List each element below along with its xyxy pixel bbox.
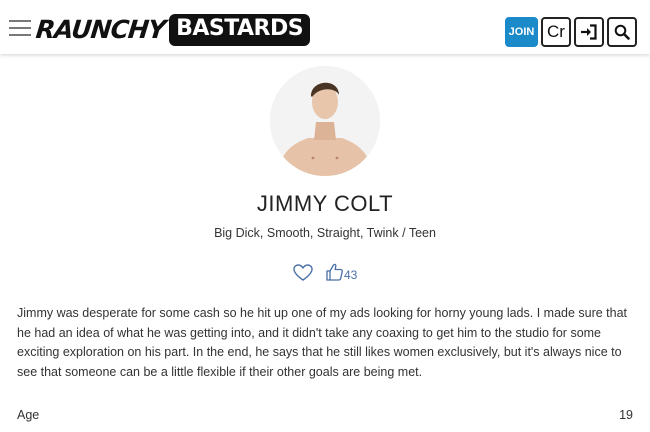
- site-logo[interactable]: RAUNCHY BASTARDS: [34, 14, 311, 46]
- join-button[interactable]: JOIN: [505, 17, 538, 47]
- site-header: RAUNCHY BASTARDS JOIN Cr: [0, 0, 650, 54]
- sign-in-icon: [581, 24, 597, 40]
- model-tags[interactable]: Big Dick, Smooth, Straight, Twink / Teen: [0, 226, 650, 240]
- logo-text-raunchy: RAUNCHY: [34, 15, 167, 44]
- thumbs-up-icon[interactable]: [326, 263, 343, 281]
- logo-text-bastards: BASTARDS: [169, 14, 311, 46]
- search-icon: [614, 24, 630, 40]
- stat-age-value: 19: [619, 408, 633, 422]
- model-avatar: [270, 66, 380, 176]
- menu-line: [9, 27, 31, 29]
- hamburger-menu-icon[interactable]: [9, 20, 31, 38]
- login-button[interactable]: [574, 17, 604, 47]
- model-photo: [270, 66, 380, 176]
- heart-icon[interactable]: [293, 264, 313, 282]
- cr-button[interactable]: Cr: [541, 17, 571, 47]
- model-name: JIMMY COLT: [256, 191, 394, 216]
- model-bio: Jimmy was desperate for some cash so he …: [17, 306, 628, 379]
- search-button[interactable]: [607, 17, 637, 47]
- likes-count: 43: [344, 268, 358, 282]
- stat-age-label: Age: [17, 408, 40, 422]
- menu-line: [9, 20, 31, 22]
- menu-line: [9, 34, 31, 36]
